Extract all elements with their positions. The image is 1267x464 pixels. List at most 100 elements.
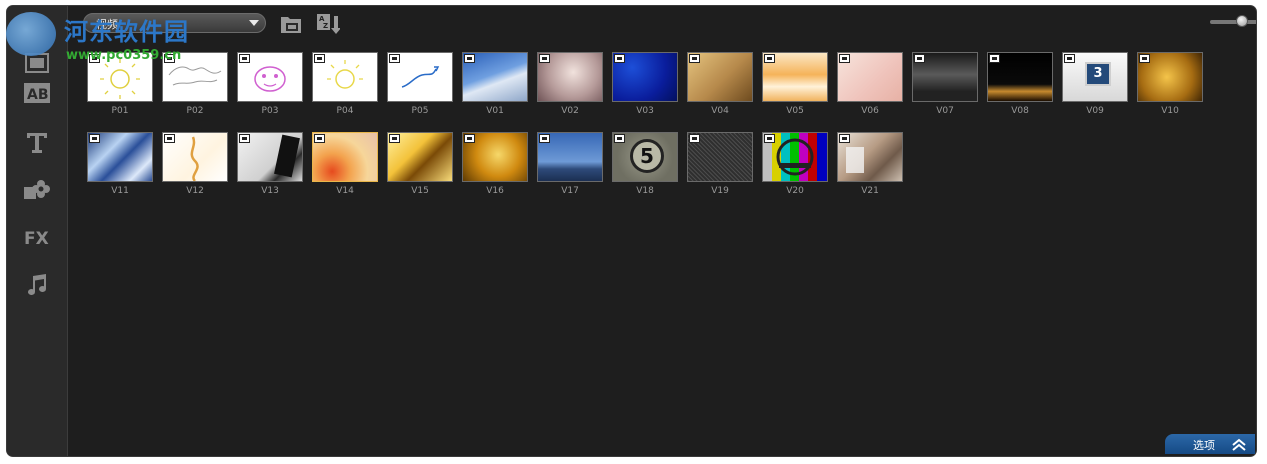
clip-label: V20 [786, 186, 804, 196]
clip-thumbnail [1137, 52, 1203, 102]
clip-tile-v17[interactable]: V17 [537, 132, 603, 196]
clip-thumbnail [87, 132, 153, 182]
film-strip-icon [239, 134, 250, 143]
clip-tile-v07[interactable]: V07 [912, 52, 978, 116]
sidebar: AB FX [7, 6, 68, 456]
film-strip-icon [389, 134, 400, 143]
film-strip-icon [389, 54, 400, 63]
thumbnail-overlay-text: 5 [630, 139, 664, 173]
film-strip-icon [839, 134, 850, 143]
fx-icon[interactable]: FX [21, 222, 53, 252]
clip-label: V12 [186, 186, 204, 196]
clip-label: V02 [561, 106, 579, 116]
clip-label: V03 [636, 106, 654, 116]
clip-tile-v15[interactable]: V15 [387, 132, 453, 196]
clip-thumbnail [462, 52, 528, 102]
film-strip-icon [764, 134, 775, 143]
film-strip-icon [689, 134, 700, 143]
clip-tile-p05[interactable]: P05 [387, 52, 453, 116]
clip-label: V04 [711, 106, 729, 116]
sort-az-icon[interactable]: AZ [316, 12, 341, 36]
clip-label: V10 [1161, 106, 1179, 116]
graphic-flower-icon[interactable] [21, 174, 53, 204]
clip-thumbnail [762, 52, 828, 102]
clip-tile-v06[interactable]: V06 [837, 52, 903, 116]
clip-thumbnail [837, 132, 903, 182]
watermark-url: www.pc0359.cn [66, 48, 182, 63]
clip-thumbnail [687, 132, 753, 182]
clip-tile-v01[interactable]: V01 [462, 52, 528, 116]
clip-thumbnail [912, 52, 978, 102]
clip-thumbnail [987, 52, 1053, 102]
clip-tile-v05[interactable]: V05 [762, 52, 828, 116]
clip-label: V01 [486, 106, 504, 116]
clip-tile-v02[interactable]: V02 [537, 52, 603, 116]
clip-tile-v13[interactable]: V13 [237, 132, 303, 196]
clip-tile-v12[interactable]: V12 [162, 132, 228, 196]
music-note-icon[interactable] [21, 270, 53, 300]
clip-tile-v14[interactable]: V14 [312, 132, 378, 196]
clip-tile-v19[interactable]: V19 [687, 132, 753, 196]
clip-tile-v16[interactable]: V16 [462, 132, 528, 196]
folder-film-icon[interactable] [279, 12, 303, 36]
clip-tile-v18[interactable]: 5 V18 [612, 132, 678, 196]
clip-label: V13 [261, 186, 279, 196]
clip-label: V16 [486, 186, 504, 196]
film-strip-icon [839, 54, 850, 63]
clip-tile-v20[interactable]: V20 [762, 132, 828, 196]
clip-thumbnail [387, 132, 453, 182]
film-strip-icon [689, 54, 700, 63]
film-strip-icon [539, 134, 550, 143]
clip-thumbnail: 3 [1062, 52, 1128, 102]
clip-label: P01 [111, 106, 129, 116]
watermark-logo [6, 12, 56, 56]
zoom-slider-thumb[interactable] [1236, 15, 1249, 27]
clip-label: V07 [936, 106, 954, 116]
clip-label: V11 [111, 186, 129, 196]
film-strip-icon [164, 134, 175, 143]
zoom-slider[interactable] [1210, 15, 1256, 27]
clip-thumbnail [462, 132, 528, 182]
transition-ab-icon[interactable]: AB [21, 78, 53, 108]
chevron-down-icon [249, 20, 259, 26]
library-panel: AB FX 视频 AZ P01 P02 P03 P04 P05 V01 V02 V03 V04 V… [6, 5, 1257, 457]
thumbnail-overlay-text: 3 [1085, 62, 1111, 86]
clip-label: V15 [411, 186, 429, 196]
clip-label: P03 [261, 106, 279, 116]
clip-thumbnail [387, 52, 453, 102]
clip-tile-p04[interactable]: P04 [312, 52, 378, 116]
clip-label: P02 [186, 106, 204, 116]
clip-thumbnail [837, 52, 903, 102]
clip-thumbnail [687, 52, 753, 102]
clip-tile-v08[interactable]: V08 [987, 52, 1053, 116]
options-button[interactable]: 选项 [1165, 434, 1255, 454]
clip-thumbnail [612, 52, 678, 102]
clip-tile-v04[interactable]: V04 [687, 52, 753, 116]
clip-tile-p03[interactable]: P03 [237, 52, 303, 116]
film-strip-icon [89, 134, 100, 143]
clip-thumbnail [312, 132, 378, 182]
clip-tile-v09[interactable]: 3 V09 [1062, 52, 1128, 116]
clip-label: P04 [336, 106, 354, 116]
clip-thumbnail [537, 52, 603, 102]
film-strip-icon [539, 54, 550, 63]
clip-thumbnail [237, 132, 303, 182]
clip-label: P05 [411, 106, 429, 116]
clip-tile-v11[interactable]: V11 [87, 132, 153, 196]
clip-thumbnail: 5 [612, 132, 678, 182]
film-strip-icon [464, 54, 475, 63]
clip-label: V09 [1086, 106, 1104, 116]
title-t-icon[interactable] [21, 127, 53, 157]
clip-tile-v03[interactable]: V03 [612, 52, 678, 116]
film-strip-icon [314, 134, 325, 143]
clip-thumbnail [162, 132, 228, 182]
film-strip-icon [764, 54, 775, 63]
clip-label: V08 [1011, 106, 1029, 116]
film-strip-icon [914, 54, 925, 63]
watermark: 河东软件园 www.pc0359.cn [0, 8, 210, 68]
film-strip-icon [314, 54, 325, 63]
clip-thumbnail [312, 52, 378, 102]
clip-tile-v10[interactable]: V10 [1137, 52, 1203, 116]
clip-tile-v21[interactable]: V21 [837, 132, 903, 196]
clip-label: V14 [336, 186, 354, 196]
